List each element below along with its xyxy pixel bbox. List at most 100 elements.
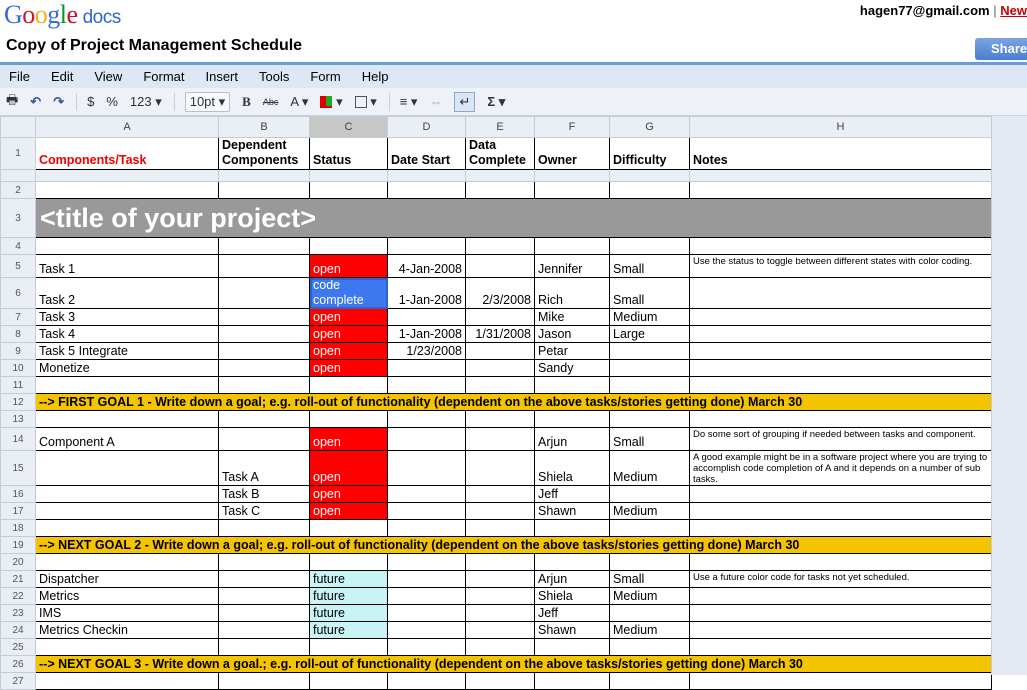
- cell-f4[interactable]: [534, 237, 610, 255]
- cell-a15[interactable]: [35, 450, 219, 486]
- cell-f11[interactable]: [534, 376, 610, 394]
- goal-cell[interactable]: --> FIRST GOAL 1 - Write down a goal; e.…: [35, 393, 992, 411]
- cell-g17[interactable]: Medium: [609, 502, 690, 520]
- cell-b11[interactable]: [218, 376, 310, 394]
- cell-c20[interactable]: [309, 553, 388, 571]
- cell-a18[interactable]: [35, 519, 219, 537]
- cell-a11[interactable]: [35, 376, 219, 394]
- cell-b5[interactable]: [218, 254, 310, 278]
- cell-b6[interactable]: [218, 277, 310, 309]
- cell-c14[interactable]: open: [309, 427, 388, 451]
- scrollbar[interactable]: [991, 116, 1027, 675]
- row-header[interactable]: 1: [0, 137, 36, 170]
- header-cell-f[interactable]: Owner: [534, 137, 610, 170]
- cell-c8[interactable]: open: [309, 325, 388, 343]
- cell-h5[interactable]: Use the status to toggle between differe…: [689, 254, 992, 278]
- cell-c21[interactable]: future: [309, 570, 388, 588]
- cell-c2[interactable]: [309, 181, 388, 199]
- cell-e4[interactable]: [465, 237, 535, 255]
- cell-c11[interactable]: [309, 376, 388, 394]
- freeze-bar-cell[interactable]: [534, 169, 610, 182]
- cell-d15[interactable]: [387, 450, 466, 486]
- cell-h17[interactable]: [689, 502, 992, 520]
- cell-e17[interactable]: [465, 502, 535, 520]
- cell-d20[interactable]: [387, 553, 466, 571]
- cell-e24[interactable]: [465, 621, 535, 639]
- row-header[interactable]: 11: [0, 376, 36, 394]
- cell-a22[interactable]: Metrics: [35, 587, 219, 605]
- cell-c25[interactable]: [309, 638, 388, 656]
- row-header[interactable]: 16: [0, 485, 36, 503]
- cell-g20[interactable]: [609, 553, 690, 571]
- cell-c27[interactable]: [309, 672, 388, 690]
- cell-a14[interactable]: Component A: [35, 427, 219, 451]
- column-header-d[interactable]: D: [387, 116, 466, 138]
- font-color-button[interactable]: A ▾: [290, 94, 308, 110]
- menu-format[interactable]: Format: [143, 69, 184, 84]
- cell-c15[interactable]: open: [309, 450, 388, 486]
- row-header[interactable]: 20: [0, 553, 36, 571]
- cell-d23[interactable]: [387, 604, 466, 622]
- cell-d18[interactable]: [387, 519, 466, 537]
- cell-f25[interactable]: [534, 638, 610, 656]
- column-header-h[interactable]: H: [689, 116, 992, 138]
- number-format-button[interactable]: 123 ▾: [130, 94, 162, 110]
- header-cell-d[interactable]: Date Start: [387, 137, 466, 170]
- menu-file[interactable]: File: [9, 69, 30, 84]
- column-header-e[interactable]: E: [465, 116, 535, 138]
- freeze-bar-cell[interactable]: [309, 169, 388, 182]
- cell-g8[interactable]: Large: [609, 325, 690, 343]
- row-header[interactable]: 8: [0, 325, 36, 343]
- cell-c17[interactable]: open: [309, 502, 388, 520]
- cell-d17[interactable]: [387, 502, 466, 520]
- new-link[interactable]: New: [1000, 3, 1027, 18]
- cell-d22[interactable]: [387, 587, 466, 605]
- cell-b18[interactable]: [218, 519, 310, 537]
- cell-f20[interactable]: [534, 553, 610, 571]
- cell-d21[interactable]: [387, 570, 466, 588]
- cell-b22[interactable]: [218, 587, 310, 605]
- cell-f8[interactable]: Jason: [534, 325, 610, 343]
- cell-h4[interactable]: [689, 237, 992, 255]
- cell-e15[interactable]: [465, 450, 535, 486]
- header-cell-h[interactable]: Notes: [689, 137, 992, 170]
- cell-b8[interactable]: [218, 325, 310, 343]
- row-header[interactable]: 14: [0, 427, 36, 451]
- cell-d2[interactable]: [387, 181, 466, 199]
- cell-d7[interactable]: [387, 308, 466, 326]
- cell-c7[interactable]: open: [309, 308, 388, 326]
- cell-d25[interactable]: [387, 638, 466, 656]
- borders-icon[interactable]: ▾: [354, 94, 377, 110]
- freeze-bar-cell[interactable]: [218, 169, 310, 182]
- row-header[interactable]: 21: [0, 570, 36, 588]
- cell-g25[interactable]: [609, 638, 690, 656]
- cell-a24[interactable]: Metrics Checkin: [35, 621, 219, 639]
- cell-e11[interactable]: [465, 376, 535, 394]
- cell-g5[interactable]: Small: [609, 254, 690, 278]
- cell-f13[interactable]: [534, 410, 610, 428]
- goal-cell[interactable]: --> NEXT GOAL 2 - Write down a goal; e.g…: [35, 536, 992, 554]
- row-header[interactable]: 7: [0, 308, 36, 326]
- menu-help[interactable]: Help: [362, 69, 389, 84]
- cell-g27[interactable]: [609, 672, 690, 690]
- cell-d9[interactable]: 1/23/2008: [387, 342, 466, 360]
- cell-c22[interactable]: future: [309, 587, 388, 605]
- freeze-bar-cell[interactable]: [35, 169, 219, 182]
- cell-e2[interactable]: [465, 181, 535, 199]
- cell-b16[interactable]: Task B: [218, 485, 310, 503]
- cell-g24[interactable]: Medium: [609, 621, 690, 639]
- row-header[interactable]: 15: [0, 450, 36, 486]
- cell-b27[interactable]: [218, 672, 310, 690]
- google-docs-logo[interactable]: Google docs: [4, 0, 121, 30]
- cell-b25[interactable]: [218, 638, 310, 656]
- row-header[interactable]: 6: [0, 277, 36, 309]
- cell-d11[interactable]: [387, 376, 466, 394]
- percent-button[interactable]: %: [106, 94, 118, 109]
- print-icon[interactable]: 🖶: [6, 91, 18, 113]
- cell-e27[interactable]: [465, 672, 535, 690]
- row-header[interactable]: 19: [0, 536, 36, 554]
- cell-a23[interactable]: IMS: [35, 604, 219, 622]
- cell-d8[interactable]: 1-Jan-2008: [387, 325, 466, 343]
- cell-c16[interactable]: open: [309, 485, 388, 503]
- cell-c24[interactable]: future: [309, 621, 388, 639]
